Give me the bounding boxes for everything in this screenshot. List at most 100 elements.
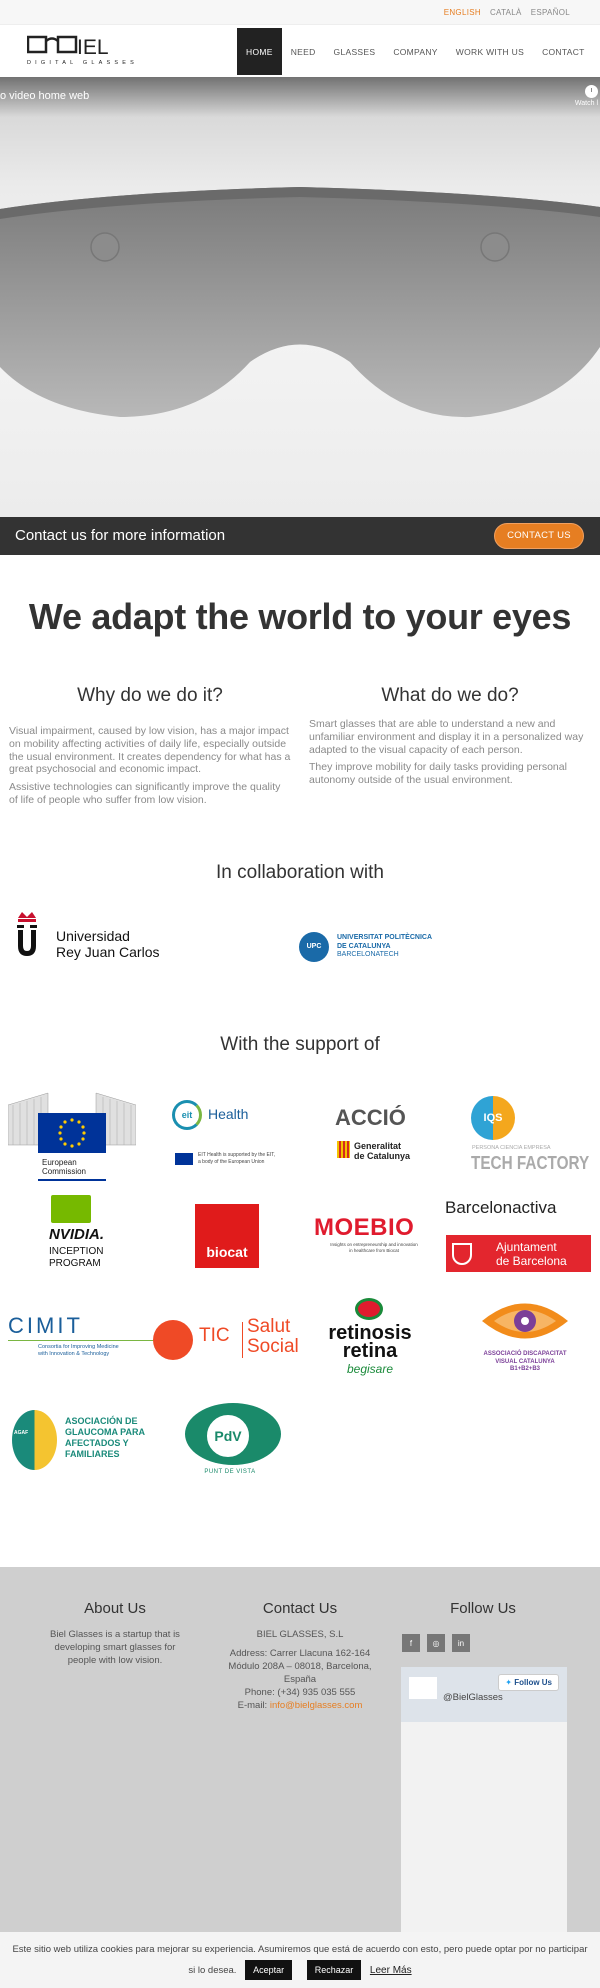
twitter-follow-button[interactable]: ✦ Follow Us [498,1674,559,1691]
clock-icon [585,85,598,98]
biel-logo-mark: IEL [27,35,109,59]
eu-flag-icon [175,1153,193,1165]
cimit-line-1: Consortia for Improving Medicine [38,1344,119,1350]
barcelona-activa-name: Barcelonactiva [445,1198,557,1217]
senyera-icon [337,1141,350,1158]
iqs-tech-factory-logo[interactable]: IQS PERSONA CIENCIA EMPRESA TECH FACTORY [468,1093,589,1178]
upc-badge: UPC [299,932,329,962]
agaf-line-2: GLAUCOMA PARA [65,1427,145,1437]
tic-name-1: TIC [199,1325,230,1346]
watch-later-label: Watch l [574,100,598,107]
biocat-name: biocat [206,1244,248,1260]
footer-about-text: Biel Glasses is a startup that is develo… [50,1629,180,1666]
tic-name-3: Social [247,1336,299,1357]
contact-bar-text: Contact us for more information [15,527,226,544]
barcelona-activa-logo[interactable]: Barcelonactiva Ajuntament de Barcelona [444,1198,594,1278]
cookie-reject-button[interactable]: Rechazar [306,1960,362,1980]
site-header: IEL DIGITAL GLASSES HOME NEED GLASSES CO… [0,25,600,77]
nvidia-name: NVIDIA. [49,1226,105,1243]
nav-need[interactable]: NEED [282,28,325,75]
european-commission-logo[interactable]: European Commission [7,1085,137,1185]
cookie-read-more-link[interactable]: Leer Más [370,1965,412,1976]
video-title-overlay [0,77,600,117]
accio-logo[interactable]: ACCIÓ Generalitat de Catalunya [332,1105,422,1165]
lang-english-link[interactable]: ENGLISH [444,8,481,17]
video-title[interactable]: o video home web [0,90,89,102]
associacio-discapacitat-logo[interactable]: ASSOCIACIÓ DISCAPACITAT VISUAL CATALUNYA… [465,1296,585,1381]
punt-de-vista-logo[interactable]: PdV PUNT DE VISTA [175,1403,285,1483]
cookie-accept-button[interactable]: Aceptar [245,1960,293,1980]
contact-us-button[interactable]: CONTACT US [494,523,584,549]
agaf-line-4: FAMILIARES [65,1449,120,1459]
footer-company: BIEL GLASSES, S.L [256,1629,344,1640]
agaf-line-1: ASOCIACIÓN DE [65,1416,138,1426]
cookie-message: Este sitio web utiliza cookies para mejo… [12,1944,588,1976]
lang-catala-link[interactable]: CATALÀ [490,8,522,17]
retinosis-line-3: begisare [346,1362,394,1376]
contact-bar: Contact us for more information CONTACT … [0,517,600,555]
nvidia-inception-logo[interactable]: NVIDIA. INCEPTION PROGRAM [46,1193,126,1278]
eit-badge: eit [172,1100,202,1130]
linkedin-icon[interactable]: in [452,1634,470,1652]
footer-email-link[interactable]: info@bielglasses.com [270,1700,363,1711]
instagram-icon[interactable]: ◎ [427,1634,445,1652]
urjc-logo[interactable]: Universidad Rey Juan Carlos [14,910,160,966]
cimit-name: CIMIT [8,1313,83,1338]
nav-company[interactable]: COMPANY [384,28,446,75]
why-paragraph-2: Assistive technologies can significantly… [9,781,281,806]
what-paragraph-2: They improve mobility for daily tasks pr… [309,761,567,787]
upc-logo[interactable]: UPC UNIVERSITAT POLITÈCNICA DE CATALUNYA… [299,930,459,964]
iqs-name: TECH FACTORY [471,1153,590,1173]
lang-espanol-link[interactable]: ESPAÑOL [531,8,570,17]
footer-email-label: E-mail: [237,1700,268,1711]
footer-follow-title: Follow Us [450,1600,516,1617]
cimit-logo[interactable]: CIMIT Consortia for Improving Medicine w… [8,1313,158,1363]
twitter-handle[interactable]: @BielGlasses [443,1692,503,1703]
twitter-widget-header: @BielGlasses ✦ Follow Us [401,1667,567,1722]
associacio-line-2: VISUAL CATALUNYA [495,1358,555,1365]
iqs-sub: PERSONA CIENCIA EMPRESA [472,1145,551,1151]
biocat-logo[interactable]: biocat [195,1204,259,1268]
watch-later-button[interactable]: Watch l [568,85,598,107]
agaf-circle-icon [12,1410,57,1470]
associacio-eye-icon [482,1303,568,1339]
nav-work-with-us[interactable]: WORK WITH US [447,28,533,75]
twitter-widget[interactable]: @BielGlasses ✦ Follow Us [401,1667,567,1975]
language-bar: ENGLISH CATALÀ ESPAÑOL [0,0,600,25]
nav-home[interactable]: HOME [237,28,282,75]
site-footer: About Us Biel Glasses is a startup that … [0,1567,600,1988]
agaf-badge: AGAF [14,1430,29,1436]
cimit-line-2: with Innovation & Technology [38,1351,110,1357]
tic-name-2: Salut [247,1316,291,1337]
urjc-crown-icon [17,912,37,956]
biel-logo[interactable]: IEL DIGITAL GLASSES [27,33,134,71]
accio-line-2: de Catalunya [354,1151,411,1161]
eit-name: Health [208,1106,249,1122]
nav-glasses[interactable]: GLASSES [325,28,385,75]
iqs-badge: IQS [471,1096,515,1140]
ajuntament-box: Ajuntament de Barcelona [446,1235,591,1272]
eit-note-2: a body of the European Union [198,1158,265,1165]
main-nav: HOME NEED GLASSES COMPANY WORK WITH US C… [237,28,594,75]
why-text: Visual impairment, caused by low vision,… [9,725,291,812]
nav-contact[interactable]: CONTACT [533,28,594,75]
eit-health-logo[interactable]: eit Health EIT Health is supported by th… [170,1095,295,1170]
ajuntament-shield-icon [452,1243,472,1265]
facebook-icon[interactable]: f [402,1634,420,1652]
associacio-line-3: B1+B2+B3 [509,1366,541,1372]
ec-line-2: Commission [42,1167,87,1176]
ec-building-icon [7,1092,137,1153]
logo-brand-text: IEL [77,36,109,59]
tic-salut-social-logo[interactable]: TIC Salut Social [153,1317,303,1362]
associacio-line-1: ASSOCIACIÓ DISCAPACITAT [483,1351,567,1357]
what-title: What do we do? [381,685,519,706]
footer-address: Address: Carrer Llacuna 162-164 Módulo 2… [228,1648,372,1685]
retinosis-retina-logo[interactable]: retinosis retina begisare [325,1296,415,1381]
upc-line-3: BARCELONATECH [337,951,399,958]
what-text: Smart glasses that are able to understan… [309,718,591,792]
eye-icon [355,1298,383,1320]
agaf-logo[interactable]: AGAF ASOCIACIÓN DE GLAUCOMA PARA AFECTAD… [12,1410,152,1475]
hero-video[interactable]: o video home web Watch l [0,77,600,517]
moebio-logo[interactable]: MOEBIO Insights on entrepreneurship and … [304,1214,444,1259]
urjc-line-1: Universidad [56,928,130,944]
